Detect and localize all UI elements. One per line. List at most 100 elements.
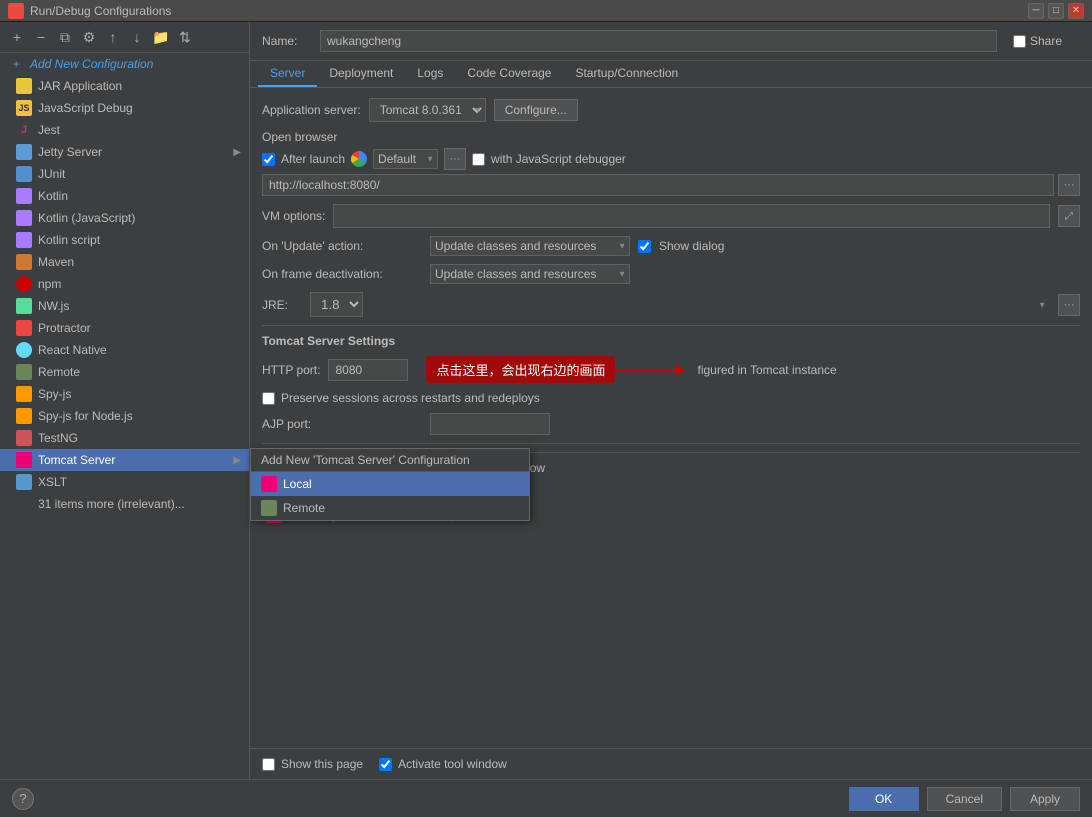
url-more-button[interactable]: ··· xyxy=(1058,174,1080,196)
tab-code-coverage[interactable]: Code Coverage xyxy=(455,61,563,87)
browser-more-button[interactable]: ··· xyxy=(444,148,466,170)
preserve-sessions-label: Preserve sessions across restarts and re… xyxy=(281,391,540,405)
remote-popup-icon xyxy=(261,500,277,516)
jre-row: JRE: 1.8 ··· xyxy=(262,292,1080,317)
sidebar-item-jest[interactable]: J Jest xyxy=(0,119,249,141)
show-page-checkbox[interactable] xyxy=(262,758,275,771)
js-debugger-checkbox[interactable] xyxy=(472,153,485,166)
browser-select[interactable]: Default xyxy=(373,149,438,169)
sidebar-item-xslt[interactable]: XSLT xyxy=(0,471,249,493)
sidebar-item-maven[interactable]: Maven xyxy=(0,251,249,273)
copy-config-button[interactable]: ⧉ xyxy=(54,26,76,48)
ajp-port-row: AJP port: xyxy=(262,413,1080,435)
on-frame-select-wrapper: Update classes and resources xyxy=(430,264,630,284)
sidebar-item-junit[interactable]: JUnit xyxy=(0,163,249,185)
arrow-head xyxy=(675,364,685,376)
sidebar-item-kotlin-script[interactable]: Kotlin script xyxy=(0,229,249,251)
show-dialog-checkbox[interactable] xyxy=(638,240,651,253)
remove-config-button[interactable]: − xyxy=(30,26,52,48)
move-down-button[interactable]: ↓ xyxy=(126,26,148,48)
annotation-arrow xyxy=(615,364,685,376)
junit-icon xyxy=(16,166,32,182)
after-launch-checkbox[interactable] xyxy=(262,153,275,166)
activate-tool-checkbox[interactable] xyxy=(379,758,392,771)
name-row: Name: Share xyxy=(250,22,1092,61)
spyjs-node-icon xyxy=(16,408,32,424)
apply-button[interactable]: Apply xyxy=(1010,787,1080,811)
settings-config-button[interactable]: ⚙ xyxy=(78,26,100,48)
form-content: Application server: Tomcat 8.0.361 Confi… xyxy=(250,88,1092,748)
move-up-button[interactable]: ↑ xyxy=(102,26,124,48)
tab-startup[interactable]: Startup/Connection xyxy=(563,61,690,87)
sidebar-item-react-native[interactable]: React Native xyxy=(0,339,249,361)
tab-server[interactable]: Server xyxy=(258,61,317,87)
tab-logs[interactable]: Logs xyxy=(405,61,455,87)
http-port-input[interactable] xyxy=(328,359,408,381)
vm-expand-button[interactable]: ⤢ xyxy=(1058,205,1080,227)
sidebar-item-protractor[interactable]: Protractor xyxy=(0,317,249,339)
http-port-label: HTTP port: xyxy=(262,363,320,377)
show-dialog-label: Show dialog xyxy=(659,239,724,253)
sidebar-item-nw[interactable]: NW.js xyxy=(0,295,249,317)
url-input[interactable] xyxy=(262,174,1054,196)
popup-remote-label: Remote xyxy=(283,501,325,515)
sidebar-item-kotlin[interactable]: Kotlin xyxy=(0,185,249,207)
tab-deployment[interactable]: Deployment xyxy=(317,61,405,87)
add-config-button[interactable]: + xyxy=(6,26,28,48)
sidebar-item-npm[interactable]: npm xyxy=(0,273,249,295)
remote-icon xyxy=(16,364,32,380)
ajp-port-input[interactable] xyxy=(430,413,550,435)
npm-icon xyxy=(16,276,32,292)
folder-button[interactable]: 📁 xyxy=(150,26,172,48)
close-button[interactable]: ✕ xyxy=(1068,3,1084,19)
show-page-label: Show this page xyxy=(281,757,363,771)
sidebar-item-remote[interactable]: Remote xyxy=(0,361,249,383)
sidebar-list: + Add New Configuration JAR Application … xyxy=(0,53,249,779)
vm-options-input[interactable] xyxy=(333,204,1050,228)
app-server-select-wrapper: Tomcat 8.0.361 xyxy=(369,98,486,122)
sidebar-item-testng[interactable]: TestNG xyxy=(0,427,249,449)
maximize-button[interactable]: □ xyxy=(1048,3,1064,19)
name-label: Name: xyxy=(262,34,312,48)
app-icon xyxy=(8,3,24,19)
jre-more-button[interactable]: ··· xyxy=(1058,294,1080,316)
sidebar-item-spy-js[interactable]: Spy-js xyxy=(0,383,249,405)
name-input[interactable] xyxy=(320,30,997,52)
open-browser-label: Open browser xyxy=(262,130,1080,144)
app-server-select[interactable]: Tomcat 8.0.361 xyxy=(369,98,486,122)
annotation-text: 点击这里，会出现右边的画面 xyxy=(426,356,615,383)
ok-button[interactable]: OK xyxy=(849,787,919,811)
on-frame-select[interactable]: Update classes and resources xyxy=(430,264,630,284)
on-update-select[interactable]: Update classes and resources xyxy=(430,236,630,256)
minimize-button[interactable]: ─ xyxy=(1028,3,1044,19)
bottom-checks: Show this page Activate tool window xyxy=(250,748,1092,779)
configure-button[interactable]: Configure... xyxy=(494,99,578,121)
tomcat-arrow-icon: ▶ xyxy=(233,455,241,466)
activate-tool-label: Activate tool window xyxy=(398,757,507,771)
app-server-label: Application server: xyxy=(262,103,361,117)
sidebar-item-add-new[interactable]: + Add New Configuration xyxy=(0,53,249,75)
sidebar-item-tomcat[interactable]: Tomcat Server ▶ xyxy=(0,449,249,471)
nw-icon xyxy=(16,298,32,314)
popup-item-local[interactable]: Local xyxy=(251,472,529,496)
share-checkbox[interactable] xyxy=(1013,35,1026,48)
sidebar-item-jar[interactable]: JAR Application xyxy=(0,75,249,97)
configured-note: figured in Tomcat instance xyxy=(697,363,836,377)
sidebar-item-spy-js-node[interactable]: Spy-js for Node.js xyxy=(0,405,249,427)
jetty-arrow-icon: ▶ xyxy=(233,147,241,158)
popup-local-label: Local xyxy=(283,477,312,491)
preserve-sessions-checkbox[interactable] xyxy=(262,392,275,405)
sidebar-item-js-debug[interactable]: JS JavaScript Debug xyxy=(0,97,249,119)
more-icon xyxy=(16,496,32,512)
sort-button[interactable]: ⇅ xyxy=(174,26,196,48)
jest-icon: J xyxy=(16,122,32,138)
tomcat-settings-title: Tomcat Server Settings xyxy=(262,334,1080,348)
after-launch-label: After launch xyxy=(281,152,345,166)
sidebar-item-more[interactable]: 31 items more (irrelevant)... xyxy=(0,493,249,515)
cancel-button[interactable]: Cancel xyxy=(927,787,1002,811)
help-button[interactable]: ? xyxy=(12,788,34,810)
sidebar-item-kotlin-js[interactable]: Kotlin (JavaScript) xyxy=(0,207,249,229)
popup-item-remote[interactable]: Remote xyxy=(251,496,529,520)
sidebar-item-jetty[interactable]: Jetty Server ▶ xyxy=(0,141,249,163)
jre-select[interactable]: 1.8 xyxy=(310,292,363,317)
